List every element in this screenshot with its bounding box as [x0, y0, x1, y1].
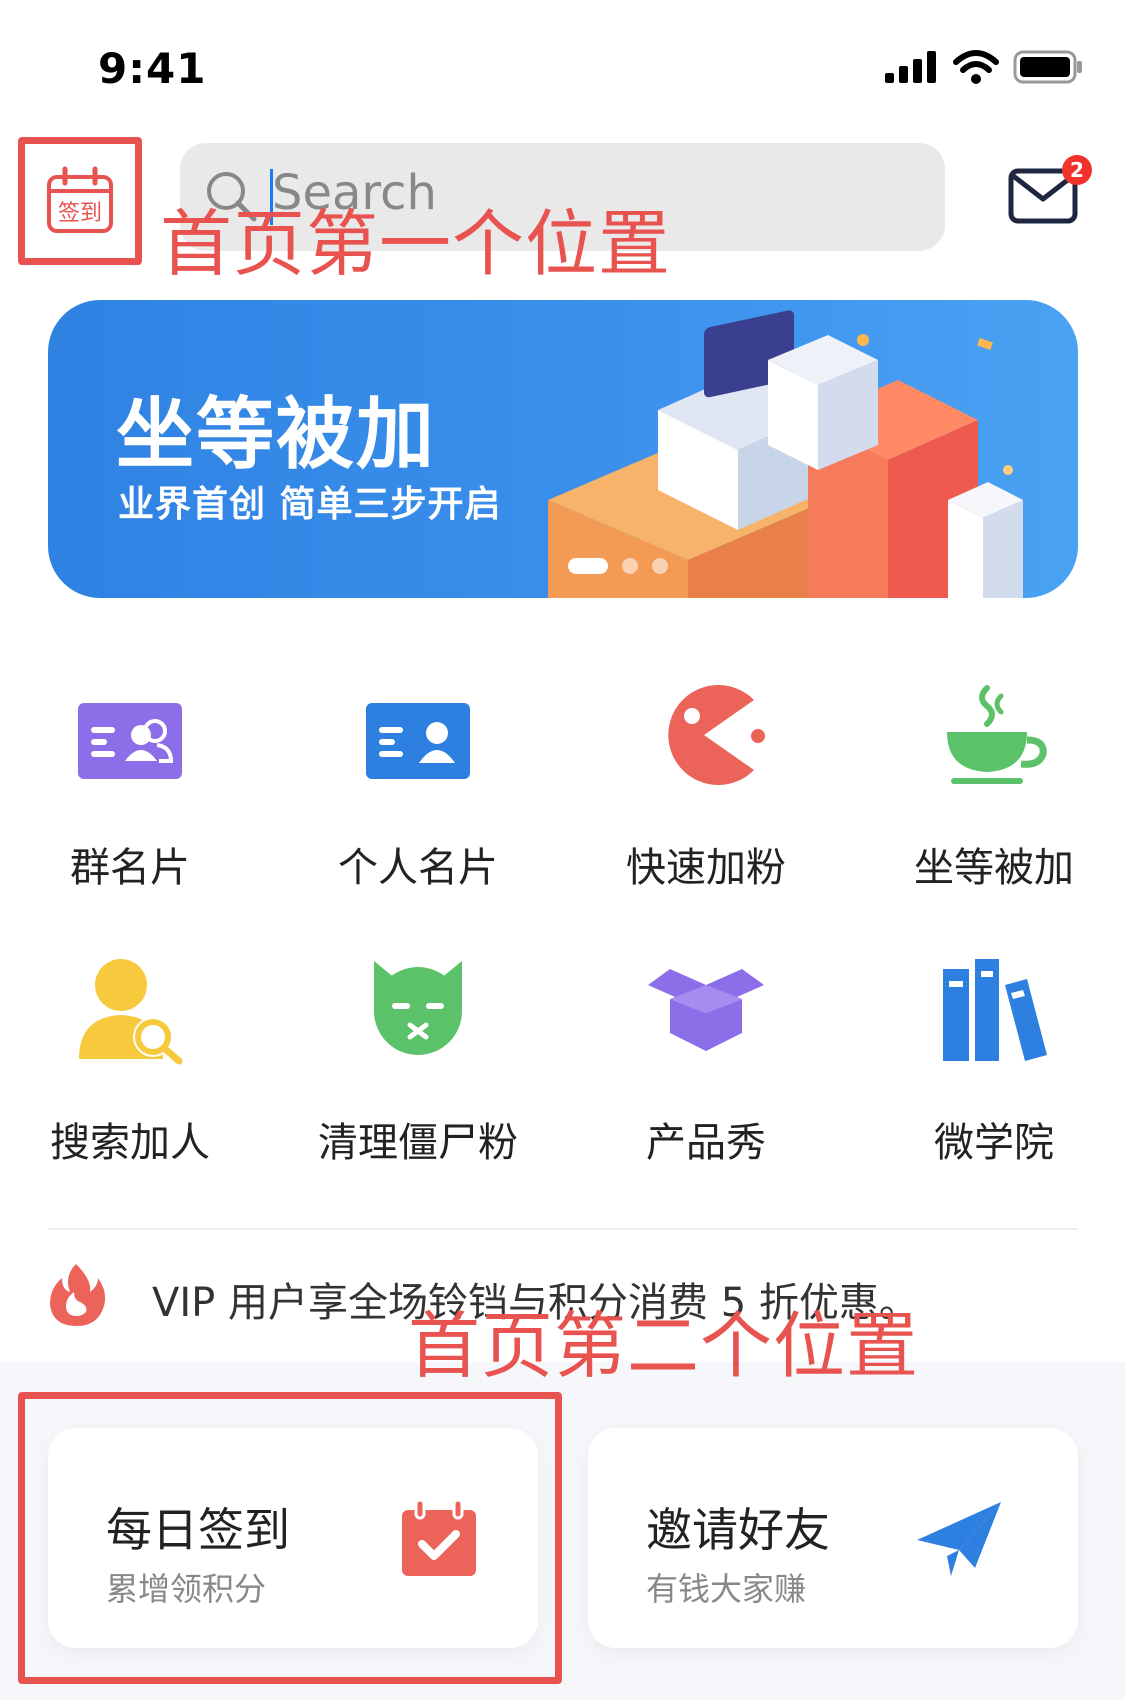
feature-label: 微学院 — [934, 1120, 1054, 1166]
annotation-second-position: 首页第二个位置 — [408, 1304, 920, 1388]
feature-label: 个人名片 — [338, 845, 498, 891]
pagination-dot — [622, 558, 638, 574]
feature-quick-add-fans[interactable]: 快速加粉 — [586, 680, 826, 891]
promo-banner[interactable]: 坐等被加 业界首创 简单三步开启 — [48, 300, 1078, 598]
pacman-icon — [668, 685, 765, 785]
coffee-cup-icon — [947, 685, 1047, 784]
paper-plane-icon — [917, 1502, 1001, 1576]
feature-label: 坐等被加 — [914, 845, 1074, 891]
card-subtitle: 有钱大家赚 — [646, 1570, 807, 1608]
open-box-icon — [648, 969, 764, 1051]
feature-wait-to-be-added[interactable]: 坐等被加 — [874, 680, 1114, 891]
status-time: 9:41 — [98, 44, 207, 93]
pagination-dot — [652, 558, 668, 574]
feature-group-card[interactable]: 群名片 — [10, 695, 250, 895]
battery-icon — [1013, 50, 1082, 84]
signal-icon — [885, 51, 936, 83]
feature-label: 产品秀 — [646, 1120, 766, 1166]
annotation-first-position: 首页第一个位置 — [160, 202, 672, 286]
isometric-city-illustration — [548, 310, 1023, 598]
user-search-icon — [79, 959, 183, 1065]
fire-icon — [50, 1264, 106, 1326]
feature-label: 快速加粉 — [626, 845, 786, 891]
feature-personal-card[interactable]: 个人名片 — [298, 695, 538, 895]
banner-subtitle: 业界首创 简单三步开启 — [118, 484, 502, 525]
books-icon — [943, 959, 1047, 1061]
personal-card-icon — [366, 703, 470, 779]
banner-pagination — [568, 558, 668, 574]
card-title: 邀请好友 — [646, 1503, 830, 1557]
feature-product-show[interactable]: 产品秀 — [586, 955, 826, 1166]
feature-label: 搜索加人 — [50, 1120, 210, 1166]
wifi-icon — [953, 50, 999, 84]
section-divider — [48, 1228, 1078, 1230]
status-icons — [885, 50, 1083, 84]
annotation-box-second-position — [18, 1392, 562, 1684]
invite-friends-card[interactable]: 邀请好友 有钱大家赚 — [588, 1428, 1078, 1648]
message-count-badge: 2 — [1062, 155, 1092, 185]
feature-wechat-academy[interactable]: 微学院 — [874, 955, 1114, 1166]
group-card-icon — [78, 703, 182, 779]
feature-search-add-people[interactable]: 搜索加人 — [10, 955, 250, 1166]
pagination-dot-active — [568, 558, 608, 574]
banner-title: 坐等被加 — [116, 390, 437, 480]
annotation-box-first-position — [18, 137, 142, 265]
feature-label: 群名片 — [70, 845, 190, 891]
feature-label: 清理僵尸粉 — [318, 1120, 518, 1166]
monster-face-icon — [374, 961, 462, 1055]
feature-clean-zombie-fans[interactable]: 清理僵尸粉 — [298, 955, 538, 1166]
